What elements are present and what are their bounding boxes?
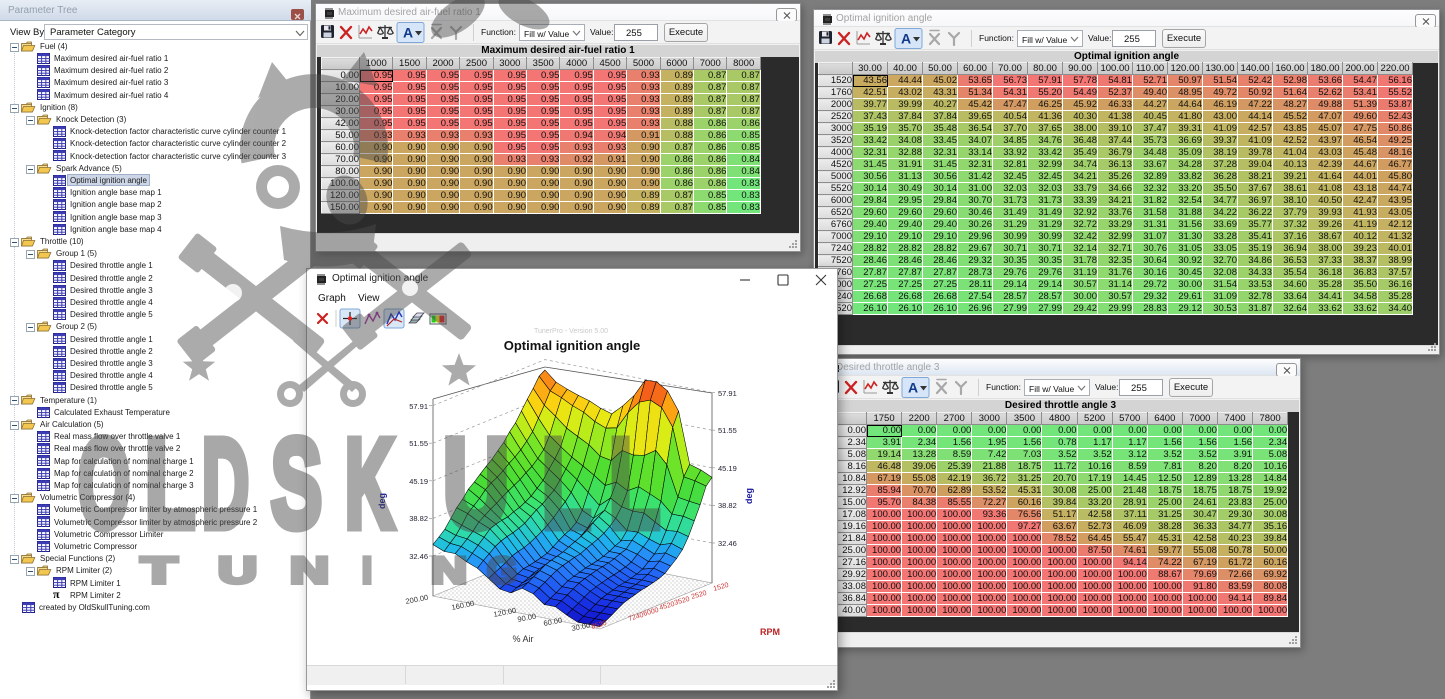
svg-text:32.46: 32.46 bbox=[718, 539, 737, 548]
svg-text:38.82: 38.82 bbox=[718, 501, 737, 510]
svg-text:2520: 2520 bbox=[691, 590, 708, 601]
svg-text:51.55: 51.55 bbox=[718, 426, 737, 435]
svg-text:200.00: 200.00 bbox=[405, 593, 429, 606]
svg-text:57.91: 57.91 bbox=[409, 402, 428, 411]
svg-text:deg: deg bbox=[744, 488, 754, 504]
svg-text:45.19: 45.19 bbox=[718, 464, 737, 473]
svg-text:38.82: 38.82 bbox=[409, 514, 428, 523]
svg-text:51.55: 51.55 bbox=[409, 439, 428, 448]
svg-text:160.00: 160.00 bbox=[451, 599, 475, 612]
svg-text:57.91: 57.91 bbox=[718, 389, 737, 398]
svg-text:RPM: RPM bbox=[760, 627, 780, 637]
svg-text:% Air: % Air bbox=[512, 634, 533, 644]
svg-text:1520: 1520 bbox=[713, 582, 730, 593]
svg-text:45.19: 45.19 bbox=[409, 477, 428, 486]
svg-text:32.46: 32.46 bbox=[409, 552, 428, 561]
svg-text:deg: deg bbox=[377, 493, 387, 509]
